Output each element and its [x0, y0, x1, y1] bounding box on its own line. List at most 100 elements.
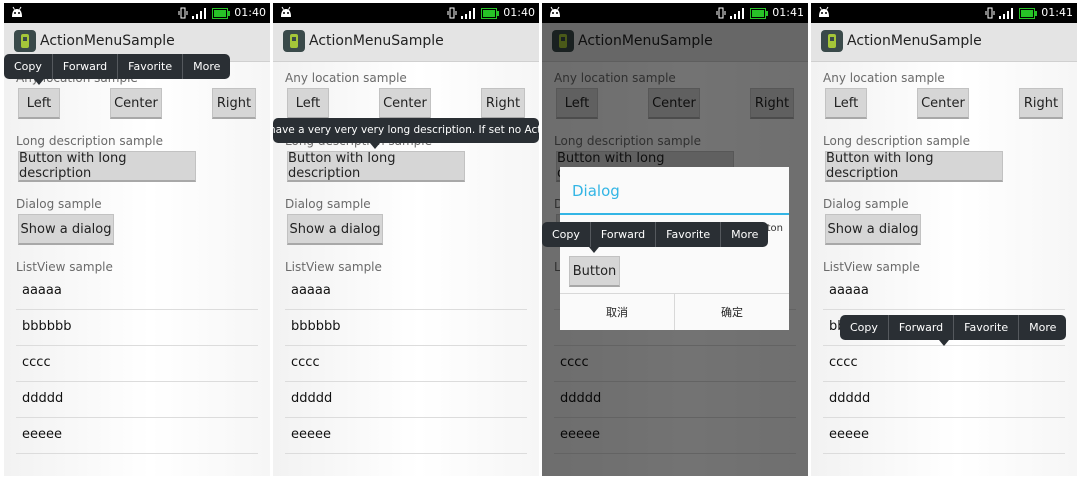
long-description-button[interactable]: Button with long description [825, 151, 1003, 182]
signal-icon [461, 8, 476, 19]
action-bar: ActionMenuSample [273, 23, 539, 62]
section-listview: ListView sample [823, 260, 920, 274]
section-long-description: Long description sample [823, 134, 971, 148]
list-item[interactable]: cccc [285, 346, 527, 382]
signal-icon [730, 8, 745, 19]
action-menu: Copy Forward Favorite More [542, 222, 769, 247]
show-dialog-button[interactable]: Show a dialog [287, 214, 383, 245]
list-item[interactable]: cccc [823, 346, 1065, 382]
tooltip-text: have a very very very long description. … [273, 124, 539, 136]
section-listview: ListView sample [285, 260, 382, 274]
dialog-button[interactable]: Button [569, 256, 620, 287]
menu-copy[interactable]: Copy [840, 315, 888, 340]
battery-icon [1019, 7, 1038, 19]
right-button[interactable]: Right [481, 88, 525, 119]
screen-4: 01:41 ActionMenuSample Any location samp… [811, 3, 1077, 476]
action-menu-pointer [34, 79, 44, 85]
screen-1: 01:40 ActionMenuSample Any location samp… [4, 3, 270, 476]
long-description-button[interactable]: Button with long description [18, 151, 196, 182]
section-dialog: Dialog sample [823, 197, 909, 211]
menu-copy[interactable]: Copy [542, 222, 590, 247]
dialog-divider [560, 213, 789, 215]
vibrate-icon [178, 7, 188, 19]
long-description-button[interactable]: Button with long description [287, 151, 465, 182]
menu-favorite[interactable]: Favorite [117, 54, 182, 79]
clock: 01:41 [1041, 6, 1073, 19]
list-item[interactable]: bbbbbb [16, 310, 258, 346]
section-dialog: Dialog sample [285, 197, 371, 211]
menu-copy[interactable]: Copy [4, 54, 52, 79]
section-any-location: Any location sample [823, 71, 945, 85]
action-menu: Copy Forward Favorite More [4, 54, 231, 79]
android-icon [281, 6, 291, 17]
tooltip-pointer [370, 143, 380, 149]
vibrate-icon [447, 7, 457, 19]
android-icon [819, 6, 829, 17]
dialog-title: Dialog [572, 182, 620, 200]
vibrate-icon [985, 7, 995, 19]
clock: 01:41 [772, 6, 804, 19]
battery-icon [212, 7, 231, 19]
menu-favorite[interactable]: Favorite [655, 222, 720, 247]
screen-3: 01:41 ActionMenuSample Any location samp… [542, 3, 808, 476]
android-icon [12, 6, 22, 17]
list-item[interactable]: cccc [16, 346, 258, 382]
app-icon [283, 30, 305, 52]
dialog-cancel-button[interactable]: 取消 [560, 294, 674, 330]
list-item[interactable]: eeeee [823, 418, 1065, 454]
menu-forward[interactable]: Forward [887, 315, 953, 340]
right-button[interactable]: Right [1019, 88, 1063, 119]
list-item[interactable]: aaaaa [285, 274, 527, 310]
right-button[interactable]: Right [212, 88, 256, 119]
section-dialog: Dialog sample [16, 197, 102, 211]
list-item[interactable]: bbbbbb [285, 310, 527, 346]
list-item[interactable]: aaaaa [823, 274, 1065, 310]
app-icon [821, 30, 843, 52]
menu-more[interactable]: More [182, 54, 230, 79]
clock: 01:40 [234, 6, 266, 19]
battery-icon [750, 7, 769, 19]
screen-2: 01:40 ActionMenuSample Any location samp… [273, 3, 539, 476]
clock: 01:40 [503, 6, 535, 19]
center-button[interactable]: Center [379, 88, 431, 119]
status-bar: 01:40 [4, 3, 270, 23]
status-bar: 01:40 [273, 3, 539, 23]
center-button[interactable]: Center [917, 88, 969, 119]
menu-more[interactable]: More [720, 222, 768, 247]
app-title: ActionMenuSample [309, 33, 444, 49]
app-icon [14, 30, 36, 52]
menu-forward[interactable]: Forward [589, 222, 655, 247]
list-item[interactable]: ddddd [823, 382, 1065, 418]
signal-icon [192, 8, 207, 19]
status-bar: 01:41 [542, 3, 808, 23]
left-button[interactable]: Left [825, 88, 867, 119]
action-menu-pointer [589, 247, 599, 253]
android-icon [550, 6, 560, 17]
action-menu: Copy Forward Favorite More [840, 315, 1067, 340]
menu-forward[interactable]: Forward [51, 54, 117, 79]
app-title: ActionMenuSample [847, 33, 982, 49]
center-button[interactable]: Center [110, 88, 162, 119]
battery-icon [481, 7, 500, 19]
dialog-ok-button[interactable]: 确定 [674, 294, 789, 330]
section-any-location: Any location sample [285, 71, 407, 85]
menu-more[interactable]: More [1018, 315, 1066, 340]
signal-icon [999, 8, 1014, 19]
list-item[interactable]: aaaaa [16, 274, 258, 310]
menu-favorite[interactable]: Favorite [953, 315, 1018, 340]
section-long-description: Long description sample [16, 134, 164, 148]
status-bar: 01:41 [811, 3, 1077, 23]
list-item[interactable]: ddddd [285, 382, 527, 418]
vibrate-icon [716, 7, 726, 19]
description-tooltip: have a very very very long description. … [273, 118, 539, 143]
list-item[interactable]: eeeee [285, 418, 527, 454]
dialog-button-row: 取消 确定 [560, 293, 789, 330]
list-item[interactable]: ddddd [16, 382, 258, 418]
show-dialog-button[interactable]: Show a dialog [825, 214, 921, 245]
left-button[interactable]: Left [18, 88, 60, 119]
app-title: ActionMenuSample [40, 33, 175, 49]
list-item[interactable]: eeeee [16, 418, 258, 454]
show-dialog-button[interactable]: Show a dialog [18, 214, 114, 245]
left-button[interactable]: Left [287, 88, 329, 119]
section-listview: ListView sample [16, 260, 113, 274]
